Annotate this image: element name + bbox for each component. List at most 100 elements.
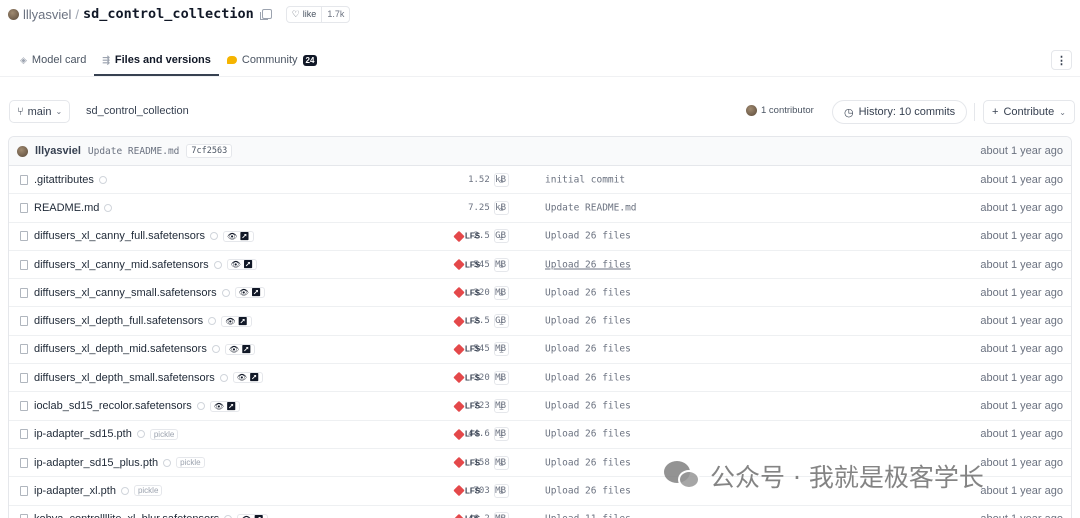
download-icon[interactable]: ⤓ <box>494 314 509 329</box>
file-commit-message[interactable]: Upload 26 files <box>545 259 631 270</box>
viewer-badge[interactable]: 👁 ↗ <box>223 230 254 242</box>
history-button[interactable]: ◷ History: 10 commits <box>832 100 968 124</box>
file-name-link[interactable]: ip-adapter_sd15.pth <box>34 428 132 440</box>
file-name-link[interactable]: diffusers_xl_canny_small.safetensors <box>34 287 217 299</box>
file-name-link[interactable]: diffusers_xl_depth_small.safetensors <box>34 372 215 384</box>
viewer-badge[interactable]: 👁 ↗ <box>221 315 252 327</box>
file-name-link[interactable]: diffusers_xl_canny_full.safetensors <box>34 230 205 242</box>
commit-sha[interactable]: 7cf2563 <box>186 144 233 158</box>
download-icon[interactable]: ⤓ <box>494 229 509 244</box>
file-commit-message[interactable]: Upload 26 files <box>545 401 631 412</box>
viewer-badge[interactable]: 👁 ↗ <box>237 513 268 518</box>
download-icon[interactable]: ⤓ <box>494 370 509 385</box>
copy-icon[interactable] <box>259 9 272 20</box>
safe-check-icon <box>196 402 205 411</box>
lfs-icon <box>453 315 465 327</box>
download-icon[interactable]: ⤓ <box>494 512 509 518</box>
file-name-link[interactable]: ip-adapter_sd15_plus.pth <box>34 457 158 469</box>
download-icon[interactable]: ⤓ <box>494 285 509 300</box>
download-icon[interactable]: ⤓ <box>494 455 509 470</box>
lfs-badge: LFS <box>453 400 480 412</box>
branch-selector[interactable]: ⑂ main ⌄ <box>9 100 71 123</box>
file-name-link[interactable]: ip-adapter_xl.pth <box>34 485 116 497</box>
lfs-label: LFS <box>465 260 481 270</box>
breadcrumb-path[interactable]: sd_control_collection <box>86 105 189 117</box>
model-card-icon: ◈ <box>20 54 27 65</box>
file-icon <box>20 344 28 355</box>
download-icon[interactable]: ⤓ <box>494 200 509 215</box>
file-commit-time: about 1 year ago <box>980 230 1063 243</box>
viewer-badge[interactable]: 👁 ↗ <box>234 287 266 299</box>
commit-author-avatar <box>17 145 28 157</box>
lfs-badge: LFS <box>453 258 481 271</box>
file-commit-message[interactable]: Upload 11 files <box>545 514 631 518</box>
file-commit-message[interactable]: Upload 26 files <box>545 485 631 496</box>
download-icon[interactable]: ⤓ <box>494 399 509 414</box>
pickle-badge[interactable]: pickle <box>149 428 179 440</box>
file-name-cell: diffusers_xl_canny_mid.safetensors 👁 ↗ <box>34 259 258 271</box>
lfs-badge: LFS <box>453 456 480 469</box>
file-commit-message[interactable]: Upload 26 files <box>545 457 631 468</box>
commit-message[interactable]: Update README.md <box>88 146 180 157</box>
file-row: README.md 7.25 kB ⤓ Update README.md about 1… <box>9 194 1071 223</box>
file-commit-time: about 1 year ago <box>980 400 1063 413</box>
file-icon <box>20 372 28 383</box>
lfs-icon <box>453 287 465 299</box>
lfs-label: LFS <box>465 344 481 354</box>
viewer-badge[interactable]: 👁 ↗ <box>209 400 241 412</box>
download-icon[interactable]: ⤓ <box>494 427 509 442</box>
file-row: kohya_controllllite_xl_blur.safetensors 👁… <box>9 506 1071 518</box>
contribute-button[interactable]: + Contribute ⌄ <box>983 100 1075 124</box>
viewer-badge[interactable]: 👁 ↗ <box>224 343 256 355</box>
download-icon[interactable]: ⤓ <box>494 483 509 498</box>
file-name-link[interactable]: diffusers_xl_depth_full.safetensors <box>34 315 203 327</box>
file-commit-message[interactable]: Update README.md <box>545 202 637 213</box>
chevron-down-icon: ⌄ <box>1059 107 1066 117</box>
file-row: .gitattributes 1.52 kB ⤓ initial commit abou… <box>9 166 1071 195</box>
contributors-link[interactable]: 1 contributor <box>746 105 814 116</box>
last-commit-row: lllyasviel Update README.md 7cf2563 abou… <box>9 137 1071 166</box>
file-icon <box>20 287 28 298</box>
viewer-badge[interactable]: 👁 ↗ <box>232 372 264 384</box>
file-name-link[interactable]: diffusers_xl_depth_mid.safetensors <box>34 343 207 355</box>
file-name-link[interactable]: ioclab_sd15_recolor.safetensors <box>34 400 192 412</box>
file-commit-time: about 1 year ago <box>980 173 1063 186</box>
lfs-badge: LFS <box>453 230 480 242</box>
file-name-link[interactable]: README.md <box>34 202 99 214</box>
repo-owner-link[interactable]: lllyasviel <box>23 7 71 22</box>
community-icon <box>226 56 237 64</box>
file-commit-time: about 1 year ago <box>980 343 1063 356</box>
file-commit-message[interactable]: Upload 26 files <box>545 372 631 383</box>
file-commit-message[interactable]: Upload 26 files <box>545 316 631 327</box>
tab-community[interactable]: Community 24 <box>219 46 326 74</box>
lfs-icon <box>453 372 465 384</box>
file-commit-message[interactable]: initial commit <box>545 174 625 185</box>
contribute-label: Contribute <box>1003 106 1055 118</box>
pickle-badge[interactable]: pickle <box>133 485 163 497</box>
download-icon[interactable]: ⤓ <box>494 257 509 272</box>
file-name-cell: ioclab_sd15_recolor.safetensors 👁 ↗ <box>34 400 241 412</box>
download-icon[interactable]: ⤓ <box>494 342 509 357</box>
like-button[interactable]: ♡ like 1.7k <box>285 5 351 23</box>
file-commit-message[interactable]: Upload 26 files <box>545 231 631 242</box>
file-name-link[interactable]: kohya_controllllite_xl_blur.safetensors <box>34 513 219 518</box>
lfs-icon <box>453 343 465 356</box>
download-icon[interactable]: ⤓ <box>494 172 509 187</box>
file-commit-message[interactable]: Upload 26 files <box>545 429 631 440</box>
file-name-link[interactable]: diffusers_xl_canny_mid.safetensors <box>34 259 209 271</box>
lfs-badge: LFS <box>453 315 480 327</box>
commit-author[interactable]: lllyasviel <box>35 145 81 157</box>
file-name-link[interactable]: .gitattributes <box>34 174 94 186</box>
safe-check-icon <box>136 430 145 439</box>
repo-header: lllyasviel / sd_control_collection ♡ like… <box>8 4 351 24</box>
file-commit-message[interactable]: Upload 26 files <box>545 344 631 355</box>
lfs-label: LFS <box>465 288 481 298</box>
file-commit-message[interactable]: Upload 26 files <box>545 287 631 298</box>
tab-files-and-versions[interactable]: ⇶ Files and versions <box>94 46 219 76</box>
pickle-badge[interactable]: pickle <box>176 457 205 469</box>
tab-model-card[interactable]: ◈ Model card <box>12 46 94 74</box>
more-options-button[interactable]: ⋮ <box>1051 50 1072 70</box>
viewer-badge[interactable]: 👁 ↗ <box>226 259 258 271</box>
branch-icon: ⑂ <box>17 105 24 118</box>
repo-name-link[interactable]: sd_control_collection <box>83 6 254 22</box>
